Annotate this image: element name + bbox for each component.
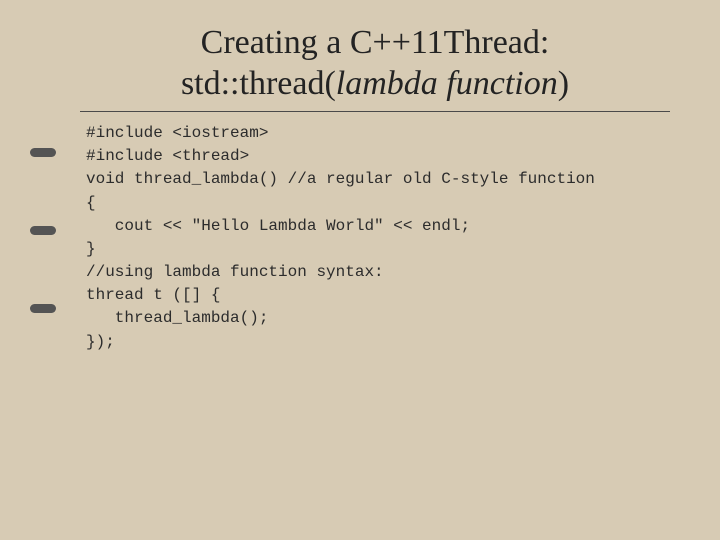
title-italic-part: lambda function <box>336 65 558 102</box>
slide-title: Creating a C++11Thread: std::thread(lamb… <box>80 22 670 112</box>
code-line: thread t ([] { <box>86 286 220 304</box>
title-suffix: ) <box>558 65 569 102</box>
code-line: #include <thread> <box>86 147 249 165</box>
title-line-2: std::thread(lambda function) <box>80 63 670 104</box>
binder-hole-decoration <box>30 226 56 235</box>
binder-hole-decoration <box>30 148 56 157</box>
code-line: cout << "Hello Lambda World" << endl; <box>86 217 470 235</box>
code-line: void thread_lambda() //a regular old C-s… <box>86 170 595 188</box>
code-block: #include <iostream> #include <thread> vo… <box>80 122 670 354</box>
code-line: #include <iostream> <box>86 124 268 142</box>
title-line-1: Creating a C++11Thread: <box>80 22 670 63</box>
code-line: } <box>86 240 96 258</box>
code-line: { <box>86 194 96 212</box>
title-prefix: std::thread( <box>181 65 336 102</box>
code-line: }); <box>86 333 115 351</box>
code-line: thread_lambda(); <box>86 309 268 327</box>
code-line: //using lambda function syntax: <box>86 263 384 281</box>
binder-hole-decoration <box>30 304 56 313</box>
slide: Creating a C++11Thread: std::thread(lamb… <box>0 0 720 540</box>
